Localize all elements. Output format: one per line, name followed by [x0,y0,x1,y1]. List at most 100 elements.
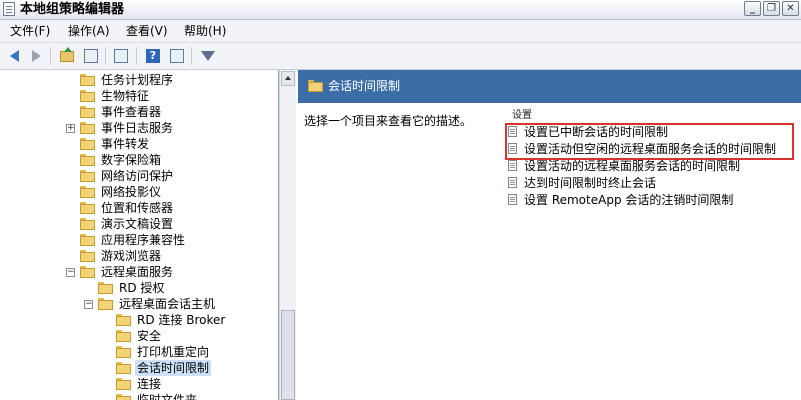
tree-item-label: 生物特征 [101,89,150,103]
tree-item[interactable]: 安全 [0,328,278,344]
folder-icon [80,74,95,86]
tree-item-label: 远程桌面服务 [101,265,174,279]
collapse-icon[interactable]: − [84,300,93,309]
setting-label: 设置 RemoteApp 会话的注销时间限制 [524,193,734,207]
tree-item[interactable]: 位置和传感器 [0,200,278,216]
policy-setting-icon [508,194,517,205]
tree-item[interactable]: 事件转发 [0,136,278,152]
scroll-up-button[interactable] [281,71,295,86]
policy-setting-icon [508,177,517,188]
menu-action[interactable]: 操作(A) [68,23,110,39]
tree-item[interactable]: 游戏浏览器 [0,248,278,264]
title-bar: 本地组策略编辑器 _ ❐ ✕ [0,0,801,20]
folder-icon [98,298,113,310]
filter-button[interactable] [199,47,217,65]
restore-button[interactable]: ❐ [763,1,780,16]
tree-item-label: RD 连接 Broker [137,313,226,327]
tree-item-label: 任务计划程序 [101,73,174,87]
tree-item[interactable]: RD 连接 Broker [0,312,278,328]
toolbar-separator [105,47,106,65]
settings-column-header[interactable]: 设置 [512,110,532,122]
tree-item-label: 事件转发 [101,137,150,151]
setting-label: 达到时间限制时终止会话 [524,176,657,190]
tree-item-label: 安全 [137,329,162,343]
collapse-icon[interactable]: − [66,268,75,277]
tree-item[interactable]: 网络访问保护 [0,168,278,184]
folder-icon [80,186,95,198]
folder-icon [116,346,131,358]
show-hide-tree-button[interactable] [82,47,100,65]
help-button[interactable]: ? [144,47,162,65]
tree-item[interactable]: 打印机重定向 [0,344,278,360]
toolbar-separator [136,47,137,65]
tree-item[interactable]: 临时文件夹 [0,392,278,400]
up-folder-icon [60,46,74,62]
scroll-thumb[interactable] [281,310,295,400]
folder-icon [80,138,95,150]
tree-scrollbar[interactable] [279,70,296,400]
tree-item-label: 事件查看器 [101,105,162,119]
folder-icon [80,170,95,182]
menu-bar: 文件(F) 操作(A) 查看(V) 帮助(H) [0,20,801,43]
folder-icon [308,80,323,92]
console-tree-icon [84,49,98,63]
details-title: 会话时间限制 [328,79,401,93]
up-one-level-button[interactable] [58,46,76,65]
tree-item[interactable]: 任务计划程序 [0,72,278,88]
tree-item[interactable]: − 远程桌面会话主机 [0,296,278,312]
folder-icon [80,218,95,230]
tree-item-label: 临时文件夹 [137,393,198,400]
menu-view[interactable]: 查看(V) [126,23,168,39]
folder-icon [80,266,95,278]
minimize-button[interactable]: _ [744,1,761,16]
menu-file[interactable]: 文件(F) [10,23,50,39]
properties-button[interactable] [168,47,186,65]
tree-item[interactable]: 会话时间限制 [0,360,278,376]
tree-item-label: 位置和传感器 [101,201,174,215]
folder-icon [116,394,131,400]
tree-item[interactable]: RD 授权 [0,280,278,296]
tree-item[interactable]: 数字保险箱 [0,152,278,168]
tree-item-label: 网络投影仪 [101,185,162,199]
details-header: 会话时间限制 [298,70,801,103]
tree-item-label: RD 授权 [119,281,165,295]
folder-icon [116,330,131,342]
tree-item[interactable]: 应用程序兼容性 [0,232,278,248]
folder-icon [80,122,95,134]
folder-icon [80,154,95,166]
forward-arrow-icon [31,50,41,62]
menu-help[interactable]: 帮助(H) [184,23,226,39]
tree-item-label: 网络访问保护 [101,169,174,183]
tree-item-label: 应用程序兼容性 [101,233,186,247]
help-icon: ? [146,49,160,63]
tree-item-label: 打印机重定向 [137,345,210,359]
app-icon [3,2,15,16]
folder-icon [80,90,95,102]
tree-item[interactable]: 演示文稿设置 [0,216,278,232]
toolbar: ? [0,43,801,70]
back-button[interactable] [5,47,23,65]
tree-item-label: 数字保险箱 [101,153,162,167]
folder-icon [80,202,95,214]
tree-item[interactable]: 事件查看器 [0,104,278,120]
folder-icon [80,250,95,262]
tree-item-label: 远程桌面会话主机 [119,297,216,311]
tree-item[interactable]: 网络投影仪 [0,184,278,200]
expand-icon[interactable]: + [66,124,75,133]
back-arrow-icon [9,50,19,62]
tree-item-label: 演示文稿设置 [101,217,174,231]
forward-button[interactable] [27,47,45,65]
tree-item[interactable]: − 远程桌面服务 [0,264,278,280]
export-list-button[interactable] [112,47,130,65]
tree-item[interactable]: 生物特征 [0,88,278,104]
tree-item-label: 游戏浏览器 [101,249,162,263]
console-tree: 任务计划程序 生物特征事件查看器 + 事件日志服务 事件转发数字保险箱网络访问保护 网络投… [0,70,279,400]
export-list-icon [114,49,128,63]
tree-item[interactable]: + 事件日志服务 [0,120,278,136]
properties-icon [170,49,184,63]
close-button[interactable]: ✕ [782,1,799,16]
filter-icon [201,51,215,61]
folder-icon [98,282,113,294]
folder-icon [116,362,131,374]
tree-item[interactable]: 连接 [0,376,278,392]
